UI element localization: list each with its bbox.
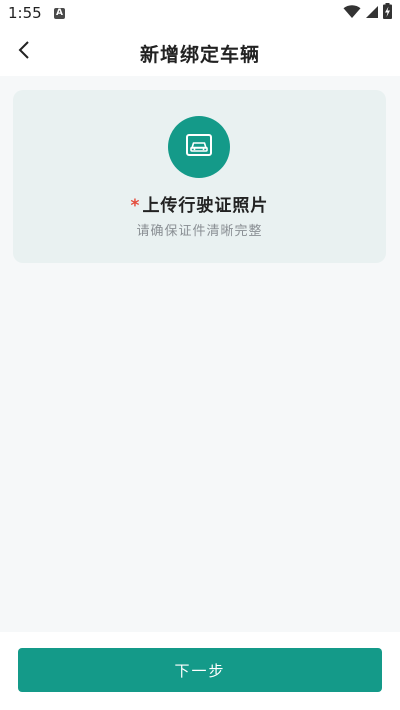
signal-icon bbox=[365, 4, 379, 23]
car-license-icon bbox=[185, 133, 213, 161]
upload-title-text: 上传行驶证照片 bbox=[142, 196, 269, 216]
required-mark: * bbox=[130, 196, 141, 216]
status-bar: 1:55 A bbox=[0, 0, 400, 28]
battery-charging-icon bbox=[383, 3, 392, 23]
notification-badge: A bbox=[54, 8, 65, 19]
upload-license-card[interactable]: * 上传行驶证照片 请确保证件清晰完整 bbox=[13, 90, 386, 263]
app-header: 新增绑定车辆 bbox=[0, 28, 400, 76]
upload-icon-circle bbox=[168, 116, 230, 178]
status-icons bbox=[343, 3, 392, 23]
next-step-button[interactable]: 下一步 bbox=[18, 648, 382, 692]
page-title: 新增绑定车辆 bbox=[139, 44, 260, 66]
upload-subtitle: 请确保证件清晰完整 bbox=[136, 224, 263, 239]
bottom-bar: 下一步 bbox=[0, 632, 400, 710]
wifi-icon bbox=[343, 4, 361, 23]
upload-title: * 上传行驶证照片 bbox=[13, 191, 386, 216]
status-time: 1:55 bbox=[8, 4, 42, 22]
